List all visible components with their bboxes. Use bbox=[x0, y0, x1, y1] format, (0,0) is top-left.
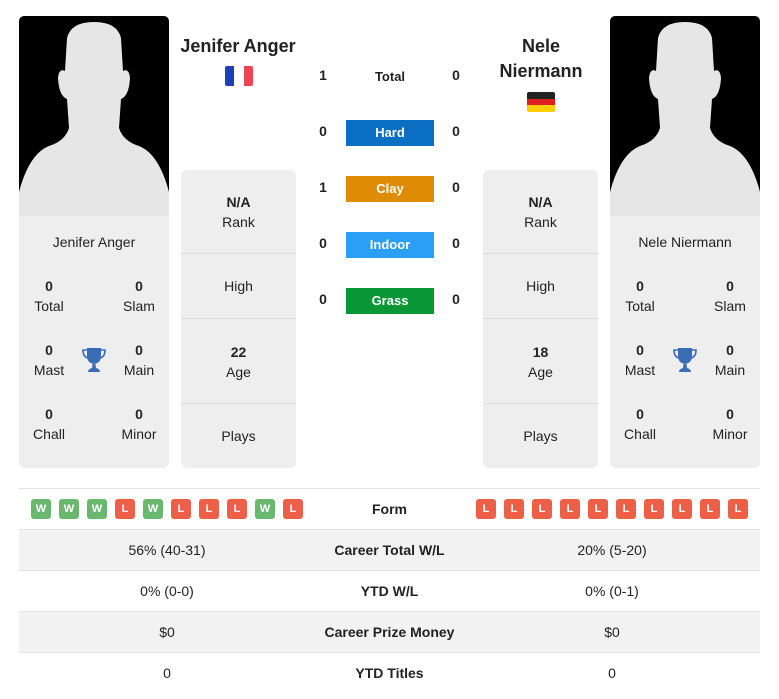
row-label: Career Prize Money bbox=[324, 624, 455, 640]
player1-profile-card: N/A Rank High 22 Age Plays bbox=[181, 170, 296, 468]
player2-plays: Plays bbox=[523, 428, 558, 444]
form-loss-badge[interactable]: L bbox=[199, 499, 219, 519]
player1-titles-card: Jenifer Anger 0 Total 0 Slam 0 Mast 0 Main 0… bbox=[19, 216, 169, 468]
form-loss-badge[interactable]: L bbox=[171, 499, 191, 519]
player2-titles-card: Nele Niermann 0 Total 0 Slam 0 Mast 0 Main 0… bbox=[610, 216, 760, 468]
player2-main-titles: 0 Main bbox=[714, 342, 746, 378]
player2-slam-titles: 0 Slam bbox=[714, 278, 746, 314]
form-loss-badge[interactable]: L bbox=[532, 499, 552, 519]
form-win-badge[interactable]: W bbox=[59, 499, 79, 519]
divider bbox=[483, 318, 598, 319]
player1-rank: N/A Rank bbox=[222, 194, 255, 230]
form-win-badge[interactable]: W bbox=[143, 499, 163, 519]
surface-hard-button[interactable]: Hard bbox=[346, 120, 434, 146]
form-loss-badge[interactable]: L bbox=[227, 499, 247, 519]
h2h-total-p2: 0 bbox=[452, 67, 460, 83]
player2-chall-titles: 0 Chall bbox=[624, 406, 656, 442]
row-label: Career Total W/L bbox=[334, 542, 445, 558]
form-win-badge[interactable]: W bbox=[255, 499, 275, 519]
divider bbox=[483, 253, 598, 254]
player1-card-name: Jenifer Anger bbox=[52, 234, 136, 250]
surface-clay-button[interactable]: Clay bbox=[346, 176, 434, 202]
surface-grass-button[interactable]: Grass bbox=[346, 288, 434, 314]
player2-value: 0% (0-1) bbox=[585, 583, 639, 599]
avatar-silhouette-icon bbox=[610, 22, 760, 216]
divider bbox=[181, 253, 296, 254]
player2-age: 18 Age bbox=[528, 344, 553, 380]
h2h-indoor-p1: 0 bbox=[319, 235, 327, 251]
france-flag-icon bbox=[225, 66, 253, 86]
divider bbox=[181, 403, 296, 404]
trophy-icon bbox=[82, 348, 106, 372]
player1-name[interactable]: Jenifer Anger bbox=[163, 34, 313, 59]
h2h-grass-p1: 0 bbox=[319, 291, 327, 307]
avatar-silhouette-icon bbox=[19, 22, 169, 216]
form-loss-badge[interactable]: L bbox=[283, 499, 303, 519]
player2-high: High bbox=[526, 278, 555, 294]
player2-form: LLLLLLLLLL bbox=[464, 499, 760, 519]
surface-indoor-button[interactable]: Indoor bbox=[346, 232, 434, 258]
player1-slam-titles: 0 Slam bbox=[123, 278, 155, 314]
player2-value: 20% (5-20) bbox=[577, 542, 647, 558]
form-win-badge[interactable]: W bbox=[87, 499, 107, 519]
comparison-table: WWWLWLLLWL Form LLLLLLLLLL 56% (40-31) C… bbox=[19, 488, 760, 693]
player1-value: 0 bbox=[163, 665, 171, 681]
player2-photo bbox=[610, 16, 760, 216]
divider bbox=[483, 403, 598, 404]
player2-total-titles: 0 Total bbox=[625, 278, 655, 314]
h2h-total-label: Total bbox=[374, 69, 406, 84]
h2h-hard-p1: 0 bbox=[319, 123, 327, 139]
h2h-total-p1: 1 bbox=[319, 67, 327, 83]
form-win-badge[interactable]: W bbox=[31, 499, 51, 519]
player1-value: 0% (0-0) bbox=[140, 583, 194, 599]
form-loss-badge[interactable]: L bbox=[476, 499, 496, 519]
h2h-clay-p1: 1 bbox=[319, 179, 327, 195]
player1-minor-titles: 0 Minor bbox=[121, 406, 157, 442]
table-row: 0 YTD Titles 0 bbox=[19, 652, 760, 693]
table-row: 56% (40-31) Career Total W/L 20% (5-20) bbox=[19, 529, 760, 570]
form-loss-badge[interactable]: L bbox=[616, 499, 636, 519]
player2-rank: N/A Rank bbox=[524, 194, 557, 230]
player1-value: 56% (40-31) bbox=[128, 542, 206, 558]
player2-minor-titles: 0 Minor bbox=[712, 406, 748, 442]
player1-total-titles: 0 Total bbox=[34, 278, 64, 314]
player1-chall-titles: 0 Chall bbox=[33, 406, 65, 442]
form-loss-badge[interactable]: L bbox=[115, 499, 135, 519]
h2h-hard-p2: 0 bbox=[452, 123, 460, 139]
player1-main-titles: 0 Main bbox=[123, 342, 155, 378]
player1-plays: Plays bbox=[221, 428, 256, 444]
player2-profile-card: N/A Rank High 18 Age Plays bbox=[483, 170, 598, 468]
divider bbox=[181, 318, 296, 319]
trophy-icon bbox=[673, 348, 697, 372]
player1-value: $0 bbox=[159, 624, 175, 640]
h2h-clay-p2: 0 bbox=[452, 179, 460, 195]
player1-form: WWWLWLLLWL bbox=[19, 499, 315, 519]
form-loss-badge[interactable]: L bbox=[700, 499, 720, 519]
table-row: $0 Career Prize Money $0 bbox=[19, 611, 760, 652]
form-loss-badge[interactable]: L bbox=[504, 499, 524, 519]
h2h-grass-p2: 0 bbox=[452, 291, 460, 307]
player2-mast-titles: 0 Mast bbox=[624, 342, 656, 378]
player1-high: High bbox=[224, 278, 253, 294]
player2-card-name: Nele Niermann bbox=[638, 234, 732, 250]
form-loss-badge[interactable]: L bbox=[672, 499, 692, 519]
player2-name[interactable]: Nele Niermann bbox=[466, 34, 616, 84]
form-loss-badge[interactable]: L bbox=[644, 499, 664, 519]
table-row: 0% (0-0) YTD W/L 0% (0-1) bbox=[19, 570, 760, 611]
form-loss-badge[interactable]: L bbox=[588, 499, 608, 519]
form-loss-badge[interactable]: L bbox=[728, 499, 748, 519]
form-label: Form bbox=[372, 501, 407, 517]
h2h-indoor-p2: 0 bbox=[452, 235, 460, 251]
player1-mast-titles: 0 Mast bbox=[33, 342, 65, 378]
player1-age: 22 Age bbox=[226, 344, 251, 380]
row-label: YTD Titles bbox=[355, 665, 424, 681]
form-loss-badge[interactable]: L bbox=[560, 499, 580, 519]
form-row: WWWLWLLLWL Form LLLLLLLLLL bbox=[19, 488, 760, 529]
player1-photo bbox=[19, 16, 169, 216]
player2-value: $0 bbox=[604, 624, 620, 640]
player2-value: 0 bbox=[608, 665, 616, 681]
row-label: YTD W/L bbox=[360, 583, 419, 599]
germany-flag-icon bbox=[527, 92, 555, 112]
